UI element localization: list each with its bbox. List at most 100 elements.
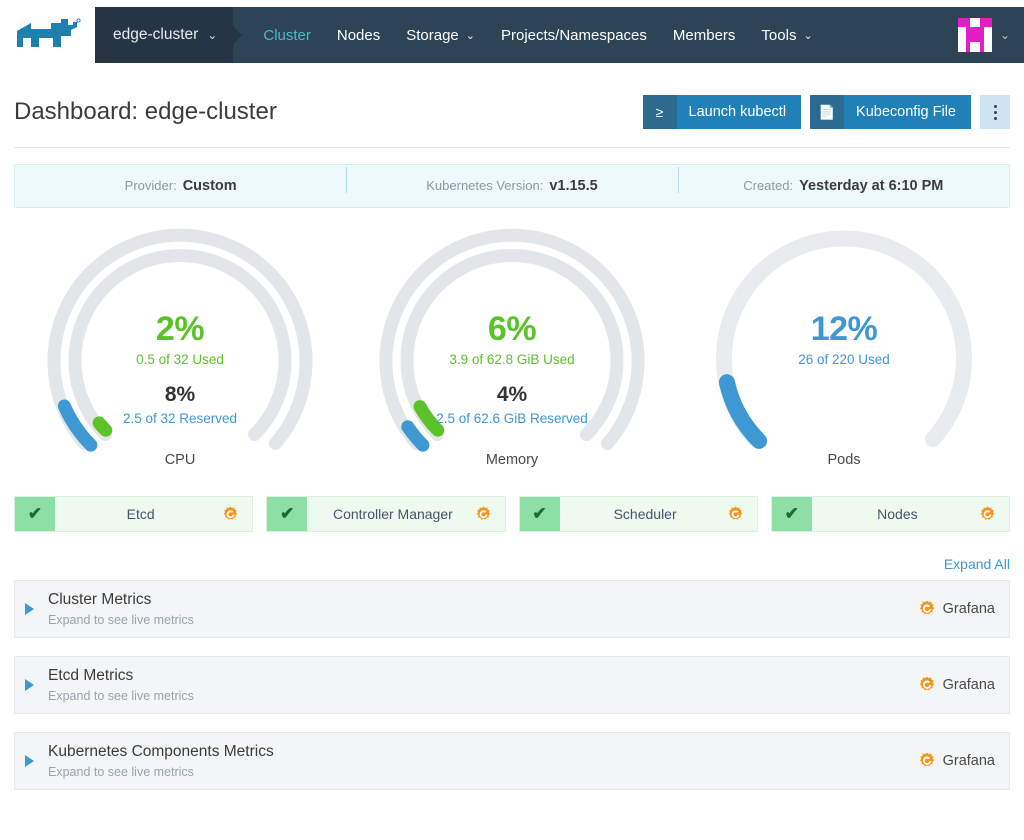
- grafana-link[interactable]: Grafana: [918, 600, 995, 618]
- accordion-subtitle: Expand to see live metrics: [48, 765, 194, 779]
- grafana-icon[interactable]: [222, 506, 252, 523]
- check-icon: ✔: [15, 497, 55, 531]
- status-item-scheduler[interactable]: ✔ Scheduler: [518, 496, 758, 532]
- info-kubernetes-version-value: v1.15.5: [549, 178, 598, 194]
- accordion-text: Etcd Metrics Expand to see live metrics: [48, 667, 194, 703]
- gauge-memory-reserved-sub: 2.5 of 62.6 GiB Reserved: [436, 411, 588, 426]
- accordion-etcd-metrics[interactable]: Etcd Metrics Expand to see live metrics …: [14, 656, 1010, 714]
- nav-item-nodes[interactable]: Nodes: [324, 27, 393, 44]
- cluster-selector-arrow: [233, 26, 243, 44]
- metrics-accordion-list: Cluster Metrics Expand to see live metri…: [0, 580, 1024, 790]
- grafana-icon[interactable]: [727, 506, 757, 523]
- status-item-label: Controller Manager: [332, 506, 453, 522]
- gauge-memory-used-pct: 6%: [487, 310, 537, 348]
- info-kubernetes-version: Kubernetes Version: v1.15.5: [346, 167, 677, 194]
- gauge-pods: 12% 26 of 220 Used Pods: [678, 220, 1010, 490]
- accordion-title: Cluster Metrics: [48, 591, 152, 608]
- grafana-icon[interactable]: [979, 506, 1009, 523]
- status-item-controller-manager[interactable]: ✔ Controller Manager: [266, 496, 506, 532]
- grafana-icon: [919, 752, 934, 767]
- check-icon: ✔: [267, 497, 308, 531]
- nav-right-zone: ⌄: [957, 18, 1024, 52]
- status-item-label: Etcd: [126, 506, 155, 522]
- status-item-etcd[interactable]: ✔ Etcd: [14, 496, 254, 532]
- gauge-pods-used-arc: [718, 374, 768, 449]
- accordion-title: Kubernetes Components Metrics: [48, 743, 274, 760]
- gauge-memory-reserved-pct: 4%: [496, 383, 528, 406]
- component-status-row: ✔ Etcd ✔ Controller Manager ✔ Scheduler: [0, 496, 1024, 532]
- grafana-link[interactable]: Grafana: [918, 676, 995, 694]
- kubeconfig-file-button[interactable]: 📄 Kubeconfig File: [810, 95, 971, 129]
- triangle-right-icon[interactable]: [25, 679, 34, 691]
- nav-item-tools[interactable]: Tools ⌄: [748, 27, 825, 44]
- nav-item-members[interactable]: Members: [660, 27, 749, 44]
- gauge-pods-used-sub: 26 of 220 Used: [798, 352, 890, 367]
- accordion-cluster-metrics[interactable]: Cluster Metrics Expand to see live metri…: [14, 580, 1010, 638]
- gauge-cpu-used-sub: 0.5 of 32 Used: [136, 352, 224, 367]
- nav-item-storage[interactable]: Storage ⌄: [393, 27, 488, 44]
- expand-all-link[interactable]: Expand All: [944, 556, 1010, 572]
- status-item-label: Scheduler: [613, 506, 677, 522]
- info-provider: Provider: Custom: [15, 178, 346, 194]
- accordion-title: Etcd Metrics: [48, 667, 134, 684]
- gauge-memory-text: 6% 3.9 of 62.8 GiB Used 4% 2.5 of 62.6 G…: [346, 312, 678, 426]
- cluster-info-banner: Provider: Custom Kubernetes Version: v1.…: [14, 164, 1010, 208]
- gauge-memory-reserved-block: 4% 2.5 of 62.6 GiB Reserved: [346, 384, 678, 426]
- cluster-selector[interactable]: edge-cluster ⌄: [95, 7, 234, 63]
- nav-item-projects-namespaces[interactable]: Projects/Namespaces: [488, 27, 660, 44]
- more-actions-button[interactable]: [980, 95, 1010, 129]
- kebab-dot: [993, 116, 997, 120]
- gauge-pods-label: Pods: [827, 452, 861, 468]
- gauge-cpu-text: 2% 0.5 of 32 Used 8% 2.5 of 32 Reserved: [14, 312, 346, 426]
- grafana-link-label: Grafana: [942, 677, 995, 693]
- nav-item-cluster[interactable]: Cluster: [250, 27, 324, 44]
- nav-item-label: Tools: [761, 26, 797, 44]
- gauge-cpu-reserved-sub: 2.5 of 32 Reserved: [122, 411, 238, 426]
- gauge-cpu-reserved-pct: 8%: [164, 383, 196, 406]
- nav-item-label: Members: [672, 26, 736, 44]
- nav-bar: edge-cluster ⌄ Cluster Nodes Storage ⌄ P…: [95, 7, 1024, 63]
- chevron-down-icon[interactable]: ⌄: [1000, 28, 1010, 42]
- gauge-cpu-used-pct: 2%: [155, 310, 205, 348]
- chevron-down-icon: ⌄: [465, 29, 475, 42]
- user-avatar[interactable]: [957, 18, 992, 52]
- triangle-right-icon[interactable]: [25, 603, 34, 615]
- grafana-icon-glyph: [224, 506, 238, 520]
- terminal-icon: ≥: [642, 95, 677, 129]
- info-provider-key: Provider:: [124, 178, 177, 193]
- grafana-link-label: Grafana: [942, 753, 995, 769]
- nav-item-label: Cluster: [263, 26, 311, 44]
- cluster-selector-label: edge-cluster: [113, 26, 199, 43]
- rancher-logo-zone[interactable]: [0, 0, 95, 70]
- chevron-down-icon: ⌄: [803, 29, 813, 42]
- resource-gauges: 2% 0.5 of 32 Used 8% 2.5 of 32 Reserved …: [0, 220, 1024, 490]
- accordion-kubernetes-components-metrics[interactable]: Kubernetes Components Metrics Expand to …: [14, 732, 1010, 790]
- file-icon: 📄: [810, 95, 845, 129]
- status-item-nodes[interactable]: ✔ Nodes: [770, 496, 1010, 532]
- grafana-link-label: Grafana: [942, 601, 995, 617]
- page-header: Dashboard: edge-cluster ≥ Launch kubectl…: [0, 70, 1024, 132]
- gauge-cpu-label: CPU: [164, 452, 196, 468]
- info-provider-value: Custom: [182, 178, 237, 194]
- grafana-icon[interactable]: [475, 506, 505, 523]
- accordion-subtitle: Expand to see live metrics: [48, 613, 194, 627]
- check-icon: ✔: [771, 497, 812, 531]
- launch-kubectl-button[interactable]: ≥ Launch kubectl: [642, 95, 802, 129]
- info-kubernetes-version-key: Kubernetes Version:: [426, 178, 544, 193]
- nav-item-label: Projects/Namespaces: [501, 26, 647, 44]
- info-created-value: Yesterday at 6:10 PM: [799, 178, 944, 194]
- page-header-actions: ≥ Launch kubectl 📄 Kubeconfig File: [642, 95, 1010, 129]
- top-navigation-bar: edge-cluster ⌄ Cluster Nodes Storage ⌄ P…: [0, 0, 1024, 70]
- gauge-memory-label: Memory: [485, 452, 539, 468]
- grafana-link[interactable]: Grafana: [918, 752, 995, 770]
- page-title: Dashboard: edge-cluster: [14, 98, 277, 125]
- header-divider: [14, 147, 1010, 148]
- accordion-text: Kubernetes Components Metrics Expand to …: [48, 743, 274, 779]
- rancher-cow-logo: [16, 18, 81, 47]
- accordion-text: Cluster Metrics Expand to see live metri…: [48, 591, 194, 627]
- grafana-icon: [919, 600, 934, 615]
- nav-item-label: Storage: [406, 26, 459, 44]
- expand-all-row: Expand All: [0, 556, 1024, 572]
- triangle-right-icon[interactable]: [25, 755, 34, 767]
- grafana-icon: [919, 676, 934, 691]
